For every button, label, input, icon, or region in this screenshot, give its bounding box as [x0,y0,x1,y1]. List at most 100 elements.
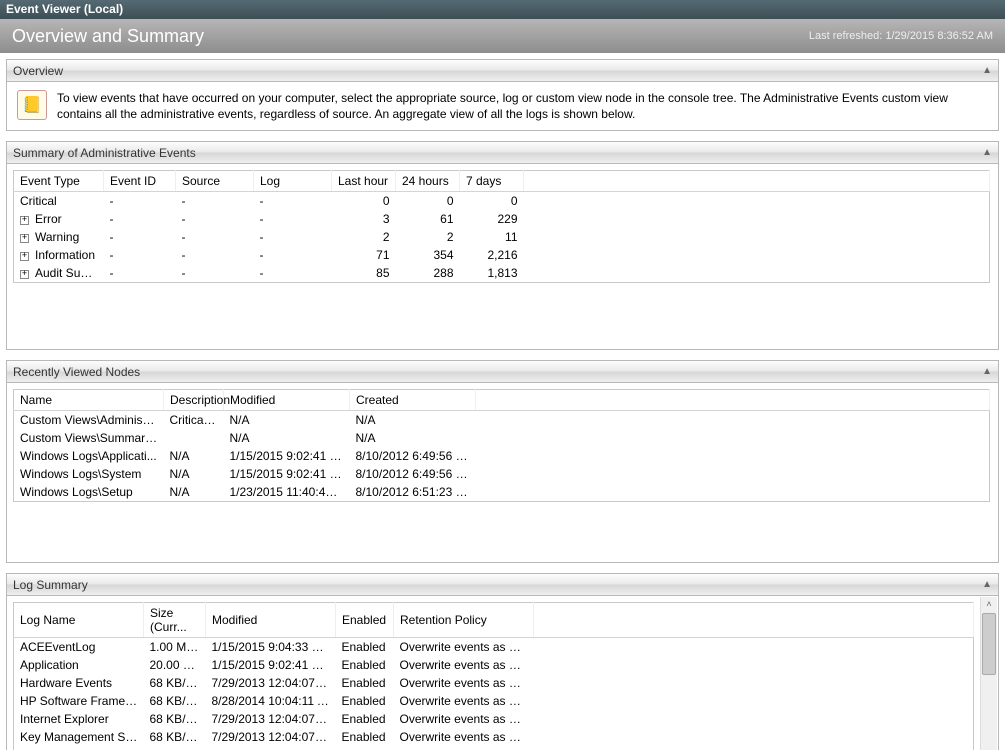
cell-size: 68 KB/20 ... [144,674,206,692]
summary-panel-header[interactable]: Summary of Administrative Events ▲ [7,142,998,164]
recent-nodes-panel-title: Recently Viewed Nodes [13,365,140,379]
expand-icon[interactable]: + [20,234,29,243]
cell-h1: 2 [332,228,396,246]
recent-node-row[interactable]: Windows Logs\SystemN/A1/15/2015 9:02:41 … [14,465,990,483]
summary-row[interactable]: +Error---361229 [14,210,990,228]
col-size[interactable]: Size (Curr... [144,603,206,638]
log-summary-panel-title: Log Summary [13,578,88,592]
col-enabled[interactable]: Enabled [336,603,394,638]
cell-name: Internet Explorer [14,710,144,728]
cell-name: Hardware Events [14,674,144,692]
cell-description: N/A [164,483,224,502]
recent-node-row[interactable]: Windows Logs\SetupN/A1/23/2015 11:40:42 … [14,483,990,502]
recent-node-row[interactable]: Windows Logs\Applicati...N/A1/15/2015 9:… [14,447,990,465]
cell-size: 68 KB/20 ... [144,728,206,746]
summary-panel: Summary of Administrative Events ▲ Event… [6,141,999,350]
summary-header-row: Event Type Event ID Source Log Last hour… [14,171,990,192]
collapse-icon[interactable]: ▲ [982,147,992,158]
cell-modified: N/A [224,429,350,447]
col-log-name[interactable]: Log Name [14,603,144,638]
cell-name: Microsoft Office Alerts [14,746,144,750]
cell-modified: N/A [224,411,350,430]
expand-icon[interactable]: + [20,270,29,279]
cell-h24: 354 [396,246,460,264]
cell-name: Custom Views\Administr... [14,411,164,430]
window-title-bar: Event Viewer (Local) [0,0,1005,19]
col-last-hour[interactable]: Last hour [332,171,396,192]
overview-panel-header[interactable]: Overview ▲ [7,60,998,82]
log-row[interactable]: Key Management Service68 KB/20 ...7/29/2… [14,728,974,746]
event-type-label: Information [35,248,95,262]
col-event-id[interactable]: Event ID [104,171,176,192]
cell-d7: 0 [460,192,524,211]
recent-node-row[interactable]: Custom Views\Administr...Critical, Er...… [14,411,990,430]
log-row[interactable]: Microsoft Office Alerts1.00 MB/1...1/16/… [14,746,974,750]
col-modified[interactable]: Modified [206,603,336,638]
summary-row[interactable]: +Warning---2211 [14,228,990,246]
cell-id: - [104,192,176,211]
log-summary-panel: Log Summary ▲ Log Name Size (Curr... Mod… [6,573,999,750]
log-summary-panel-header[interactable]: Log Summary ▲ [7,574,998,596]
log-row[interactable]: Hardware Events68 KB/20 ...7/29/2013 12:… [14,674,974,692]
page-title: Overview and Summary [12,26,204,47]
cell-source: - [176,210,254,228]
col-24-hours[interactable]: 24 hours [396,171,460,192]
log-row[interactable]: HP Software Framework68 KB/1.0...8/28/20… [14,692,974,710]
col-name[interactable]: Name [14,390,164,411]
cell-h24: 2 [396,228,460,246]
cell-enabled: Enabled [336,674,394,692]
cell-h1: 3 [332,210,396,228]
expand-icon[interactable]: + [20,216,29,225]
log-row[interactable]: ACEEventLog1.00 MB/1...1/15/2015 9:04:33… [14,638,974,657]
col-modified[interactable]: Modified [224,390,350,411]
cell-description: Critical, Er... [164,411,224,430]
col-description[interactable]: Description [164,390,224,411]
log-summary-table: Log Name Size (Curr... Modified Enabled … [13,602,974,750]
log-row[interactable]: Application20.00 MB/...1/15/2015 9:02:41… [14,656,974,674]
summary-row[interactable]: +Audit Success---852881,813 [14,264,990,283]
cell-modified: 1/16/2015 9:01:07 AM [206,746,336,750]
cell-name: HP Software Framework [14,692,144,710]
summary-row[interactable]: Critical---000 [14,192,990,211]
col-event-type[interactable]: Event Type [14,171,104,192]
cell-name: ACEEventLog [14,638,144,657]
log-row[interactable]: Internet Explorer68 KB/1.0...7/29/2013 1… [14,710,974,728]
overview-panel: Overview ▲ 📒 To view events that have oc… [6,59,999,131]
recent-node-row[interactable]: Custom Views\Summary...N/AN/A [14,429,990,447]
event-type-label: Audit Success [35,266,104,280]
col-log[interactable]: Log [254,171,332,192]
cell-modified: 1/15/2015 9:02:41 PM [224,465,350,483]
summary-row[interactable]: +Information---713542,216 [14,246,990,264]
collapse-icon[interactable]: ▲ [982,579,992,590]
last-refreshed: Last refreshed: 1/29/2015 8:36:52 AM [809,30,993,42]
scroll-thumb[interactable] [982,613,996,675]
col-retention[interactable]: Retention Policy [394,603,534,638]
col-created[interactable]: Created [350,390,476,411]
cell-h1: 85 [332,264,396,283]
cell-modified: 7/29/2013 12:04:07 PM [206,728,336,746]
summary-table: Event Type Event ID Source Log Last hour… [13,170,990,283]
cell-d7: 229 [460,210,524,228]
recent-nodes-table: Name Description Modified Created Custom… [13,389,990,502]
recent-nodes-panel-header[interactable]: Recently Viewed Nodes ▲ [7,361,998,383]
cell-enabled: Enabled [336,710,394,728]
event-type-label: Critical [20,194,57,208]
cell-d7: 2,216 [460,246,524,264]
expand-icon[interactable]: + [20,252,29,261]
recent-header-row: Name Description Modified Created [14,390,990,411]
cell-modified: 8/28/2014 10:04:11 AM [206,692,336,710]
cell-name: Windows Logs\Setup [14,483,164,502]
col-source[interactable]: Source [176,171,254,192]
scroll-up-icon[interactable]: ˄ [986,597,991,611]
overview-text: To view events that have occurred on you… [57,90,988,122]
cell-name: Key Management Service [14,728,144,746]
collapse-icon[interactable]: ▲ [982,366,992,377]
collapse-icon[interactable]: ▲ [982,65,992,76]
cell-name: Custom Views\Summary... [14,429,164,447]
cell-created: 8/10/2012 6:49:56 PM [350,465,476,483]
log-scrollbar[interactable]: ˄ ˅ [980,597,997,750]
col-7-days[interactable]: 7 days [460,171,524,192]
cell-modified: 7/29/2013 12:04:07 PM [206,710,336,728]
cell-size: 68 KB/1.0... [144,692,206,710]
cell-retention: Overwrite events as nec... [394,746,534,750]
